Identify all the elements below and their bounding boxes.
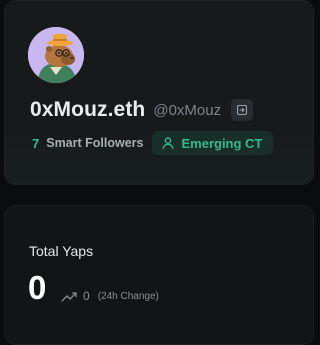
total-yaps-value: 0	[28, 269, 47, 306]
user-handle[interactable]: @0xMouz	[153, 102, 221, 119]
trending-up-icon	[61, 291, 77, 302]
avatar[interactable]	[28, 27, 84, 83]
meta-row: 7 Smart Followers Emerging CT	[32, 131, 274, 155]
name-row: 0xMouz.eth @0xMouz	[30, 98, 254, 122]
total-yaps-title: Total Yaps	[29, 243, 94, 259]
status-badge-label: Emerging CT	[181, 135, 263, 151]
yaps-change-row: 0 (24h Change)	[61, 289, 159, 303]
logout-icon	[237, 104, 248, 116]
yaps-change-value: 0	[83, 289, 90, 303]
total-yaps-card: Total Yaps 0 0 (24h Change)	[4, 205, 314, 345]
smart-followers-label[interactable]: Smart Followers	[46, 136, 143, 150]
display-name: 0xMouz.eth	[30, 98, 146, 121]
profile-card: 0xMouz.eth @0xMouz 7 Smart Followers Eme…	[4, 0, 314, 185]
status-badge: Emerging CT	[152, 131, 274, 155]
user-icon	[163, 137, 174, 150]
capybara-avatar-icon	[28, 27, 84, 83]
smart-followers-count: 7	[32, 135, 40, 151]
yaps-change-label: (24h Change)	[97, 290, 159, 302]
logout-button[interactable]	[231, 99, 254, 121]
